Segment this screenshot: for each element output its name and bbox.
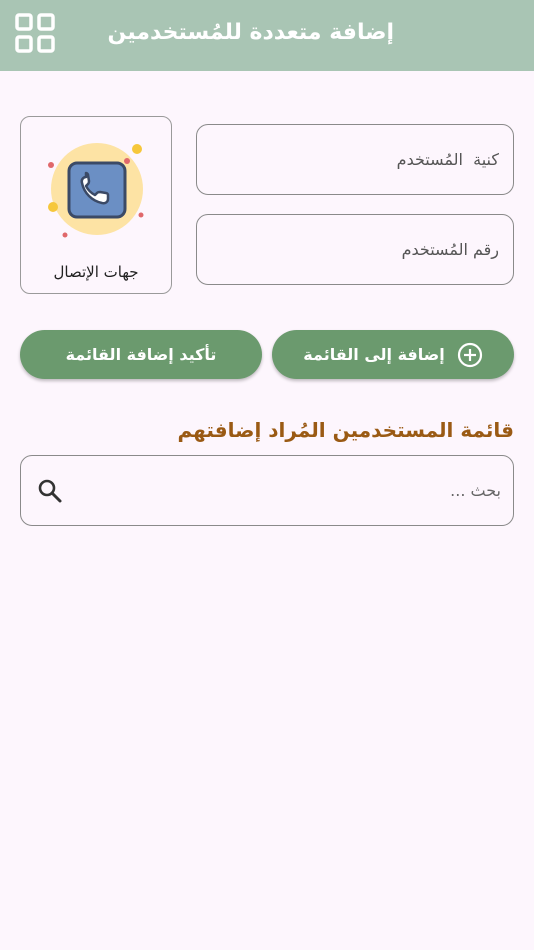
list-title: قائمة المستخدمين المُراد إضافتهم bbox=[177, 418, 514, 442]
nickname-input[interactable] bbox=[196, 124, 514, 195]
grid-icon[interactable] bbox=[14, 12, 56, 54]
add-to-list-button[interactable]: إضافة إلى القائمة bbox=[272, 330, 514, 379]
app-bar: إضافة متعددة للمُستخدمين bbox=[0, 0, 534, 71]
phone-contacts-icon bbox=[48, 143, 144, 238]
page-title: إضافة متعددة للمُستخدمين bbox=[107, 20, 394, 45]
search-icon[interactable] bbox=[37, 478, 63, 504]
user-number-input[interactable] bbox=[196, 214, 514, 285]
contacts-button[interactable]: جهات الإتصال bbox=[20, 116, 172, 294]
search-input[interactable] bbox=[81, 456, 501, 524]
confirm-add-list-label: تأكيد إضافة القائمة bbox=[65, 345, 217, 364]
confirm-add-list-button[interactable]: تأكيد إضافة القائمة bbox=[20, 330, 262, 379]
plus-circle-icon bbox=[457, 342, 482, 367]
contacts-label: جهات الإتصال bbox=[53, 263, 139, 281]
add-to-list-label: إضافة إلى القائمة bbox=[303, 345, 445, 364]
search-box bbox=[20, 455, 514, 526]
